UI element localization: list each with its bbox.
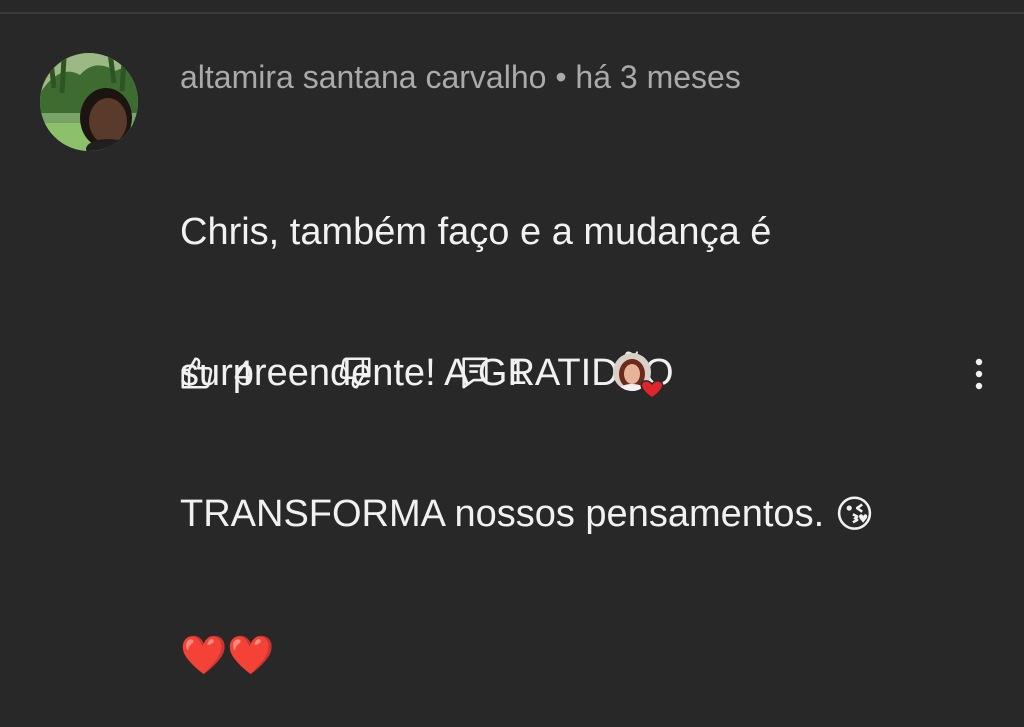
- creator-heart-icon: [613, 353, 664, 399]
- like-button[interactable]: 4: [178, 350, 253, 396]
- like-count: 4: [234, 354, 253, 392]
- reply-button[interactable]: 1: [460, 350, 527, 396]
- author-avatar[interactable]: [40, 53, 138, 151]
- hearts-emoji: ❤️❤️: [180, 635, 275, 678]
- avatar-icon: [40, 53, 138, 151]
- comment-timestamp[interactable]: há 3 meses: [575, 59, 740, 95]
- kissing-face-emoji: 😘: [834, 494, 875, 537]
- thumbs-down-icon: [339, 357, 371, 389]
- author-name[interactable]: altamira santana carvalho: [180, 59, 546, 95]
- comment-line-3-wrap: TRANSFORMA nossos pensamentos. 😘: [180, 491, 960, 539]
- comment-header: altamira santana carvalho • há 3 meses: [180, 57, 741, 97]
- more-vert-icon: [975, 358, 983, 390]
- more-actions-button[interactable]: [964, 352, 994, 396]
- comment-text: Chris, também faço e a mudança é surpree…: [180, 115, 960, 727]
- creator-heart-badge: [612, 352, 666, 400]
- comment-line-2: surpreendente! A GRATIDÃO: [180, 352, 674, 394]
- reply-count: 1: [508, 354, 527, 392]
- top-divider: [0, 12, 1024, 14]
- thumbs-up-icon: [181, 357, 213, 389]
- reply-icon: [462, 357, 488, 389]
- dislike-button[interactable]: [336, 350, 374, 396]
- comment-line-1: Chris, também faço e a mudança é: [180, 211, 772, 253]
- header-separator: •: [555, 59, 567, 95]
- comment-line-3: TRANSFORMA nossos pensamentos.: [180, 493, 825, 535]
